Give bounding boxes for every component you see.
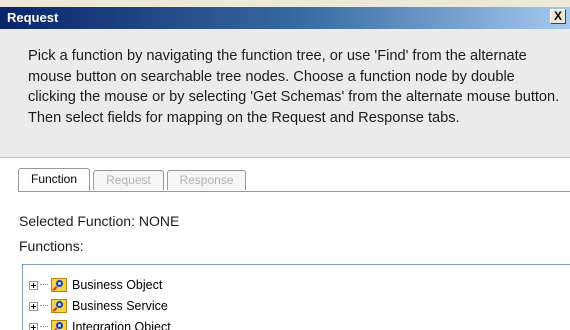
instructions-panel: Pick a function by navigating the functi…: [0, 29, 570, 158]
tree-connector: [40, 326, 48, 328]
expand-icon[interactable]: [29, 280, 38, 290]
close-button[interactable]: X: [550, 9, 566, 24]
selected-function-label: Selected Function: NONE: [19, 213, 180, 229]
function-tree[interactable]: Business Object Business Service Integra…: [22, 264, 570, 330]
content-area: Function Request Response Selected Funct…: [0, 158, 570, 330]
tab-request[interactable]: Request: [93, 170, 164, 190]
expand-icon[interactable]: [29, 301, 38, 311]
expand-icon[interactable]: [29, 322, 38, 330]
tree-node-label: Integration Object: [72, 320, 171, 330]
tree-connector: [40, 305, 48, 307]
tree-connector: [40, 284, 48, 286]
tree-node-business-object[interactable]: Business Object: [29, 275, 162, 295]
tree-node-label: Business Service: [72, 299, 168, 313]
tree-node-business-service[interactable]: Business Service: [29, 296, 168, 316]
instructions-text: Pick a function by navigating the functi…: [28, 48, 560, 126]
title-bar[interactable]: Request X: [0, 7, 570, 29]
tree-node-integration-object[interactable]: Integration Object: [29, 317, 171, 330]
dialog-title: Request: [7, 10, 59, 25]
close-icon: X: [553, 9, 562, 23]
tab-divider: [18, 191, 570, 192]
tree-node-label: Business Object: [72, 278, 163, 292]
tab-function[interactable]: Function: [18, 168, 90, 191]
search-folder-icon: [51, 320, 67, 330]
functions-label: Functions:: [19, 238, 84, 254]
search-folder-icon: [51, 278, 67, 292]
request-dialog: Request X Pick a function by navigating …: [0, 0, 570, 330]
tab-response[interactable]: Response: [167, 170, 246, 190]
search-folder-icon: [51, 299, 67, 313]
